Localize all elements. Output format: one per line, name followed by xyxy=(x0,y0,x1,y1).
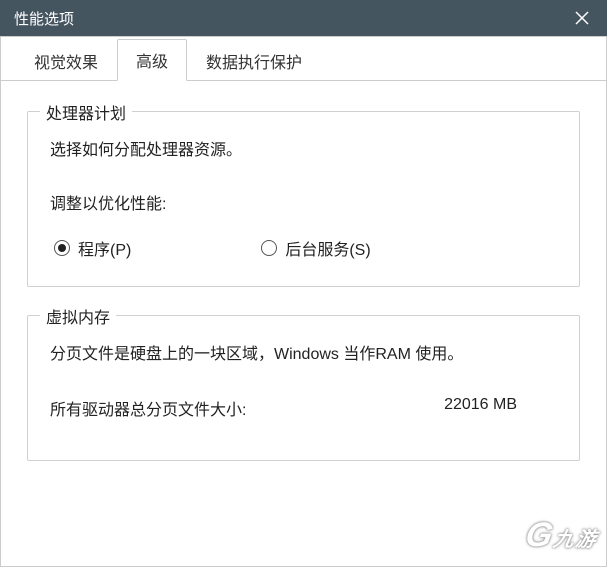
radio-background-label: 后台服务(S) xyxy=(285,236,370,260)
window-title: 性能选项 xyxy=(14,8,557,29)
radio-programs-label: 程序(P) xyxy=(78,236,131,260)
tab-dep[interactable]: 数据执行保护 xyxy=(187,40,321,81)
watermark: G九游 xyxy=(468,510,598,560)
radio-programs[interactable]: 程序(P) xyxy=(54,236,131,260)
watermark-g: G xyxy=(522,516,555,555)
titlebar: 性能选项 xyxy=(0,0,607,36)
vm-total-label: 所有驱动器总分页文件大小: xyxy=(50,396,246,420)
radio-background-services[interactable]: 后台服务(S) xyxy=(261,236,370,260)
radio-icon xyxy=(54,240,70,256)
processor-scheduling-group: 处理器计划 选择如何分配处理器资源。 调整以优化性能: 程序(P) 后台服务(S… xyxy=(27,111,580,287)
radio-row: 程序(P) 后台服务(S) xyxy=(50,236,557,260)
close-icon xyxy=(575,11,589,25)
tab-content-advanced: 处理器计划 选择如何分配处理器资源。 调整以优化性能: 程序(P) 后台服务(S… xyxy=(1,81,606,499)
vm-total-row: 所有驱动器总分页文件大小: 22016 MB xyxy=(50,396,557,420)
dialog-body: 视觉效果 高级 数据执行保护 处理器计划 选择如何分配处理器资源。 调整以优化性… xyxy=(0,36,607,567)
watermark-logo: G九游 xyxy=(526,516,598,555)
processor-description: 选择如何分配处理器资源。 xyxy=(50,136,557,160)
radio-icon xyxy=(261,240,277,256)
tab-advanced[interactable]: 高级 xyxy=(117,39,187,81)
adjust-label: 调整以优化性能: xyxy=(50,190,557,214)
watermark-text: 九游 xyxy=(551,523,600,552)
vm-group-title: 虚拟内存 xyxy=(40,304,116,328)
close-button[interactable] xyxy=(557,0,607,36)
processor-group-title: 处理器计划 xyxy=(40,100,132,124)
tab-visual-effects[interactable]: 视觉效果 xyxy=(15,40,117,81)
virtual-memory-group: 虚拟内存 分页文件是硬盘上的一块区域，Windows 当作RAM 使用。 所有驱… xyxy=(27,315,580,461)
tabs-row: 视觉效果 高级 数据执行保护 xyxy=(1,37,606,81)
vm-description: 分页文件是硬盘上的一块区域，Windows 当作RAM 使用。 xyxy=(50,340,557,364)
vm-total-value: 22016 MB xyxy=(444,396,517,420)
